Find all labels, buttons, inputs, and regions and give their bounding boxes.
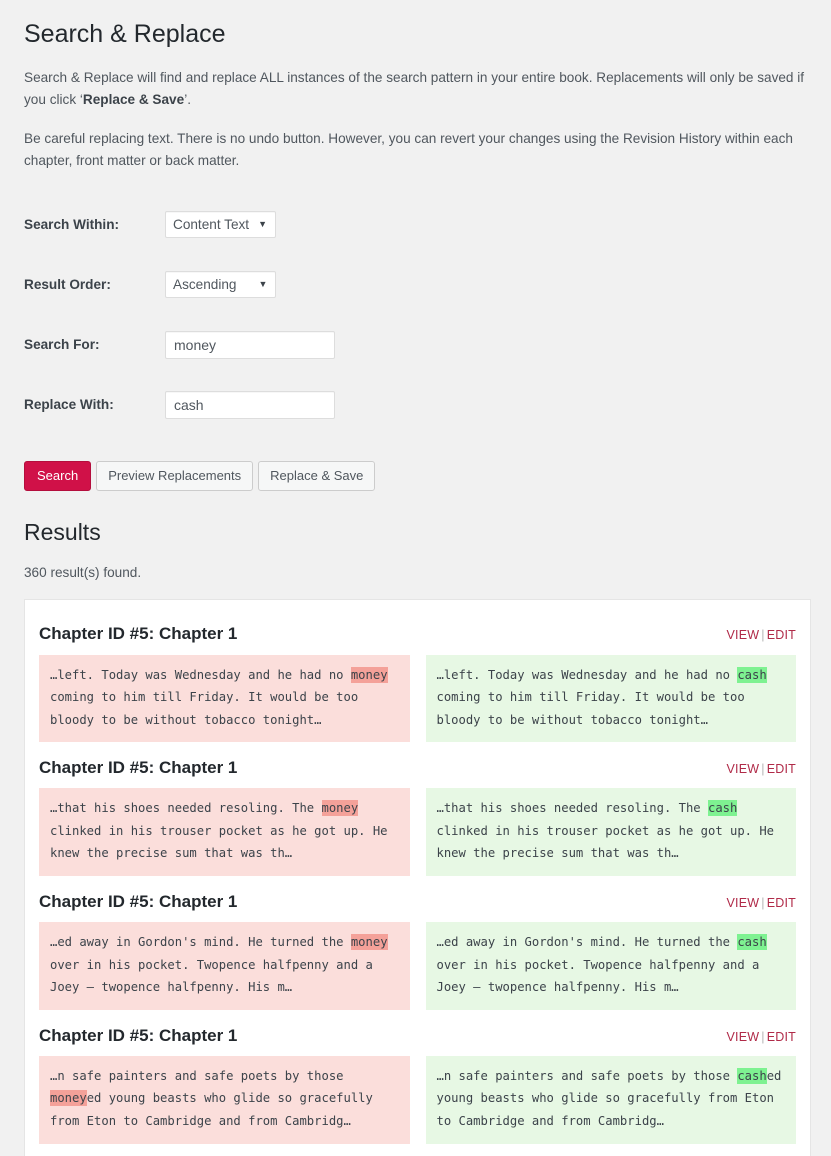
result-order-value: Ascending [173,277,237,293]
intro-paragraph-1: Search & Replace will find and replace A… [24,67,810,111]
chevron-down-icon: ▼ [258,279,268,290]
replace-and-save-button[interactable]: Replace & Save [258,460,376,491]
result-header: Chapter ID #5: Chapter 1 VIEW | EDIT [39,750,796,788]
snippet-after-highlight: cash [737,1067,767,1084]
result-order-select[interactable]: Ascending ▼ [165,271,277,299]
snippet-after-highlight: cash [737,934,767,951]
result-item: Chapter ID #5: Chapter 1 VIEW | EDIT …that… [39,742,796,877]
result-actions: VIEW | EDIT [727,762,796,776]
snippet-after: …left. Today was Wednesday and he had no… [425,654,796,743]
snippet-before-post: ed young beasts who glide so gracefully … [50,1091,373,1129]
snippet-after-pre: …n safe painters and safe poets by those [436,1068,738,1083]
snippet-after: …n safe painters and safe poets by those… [425,1055,796,1144]
snippet-before-post: clinked in his trouser pocket as he got … [50,823,388,861]
snippet-before-post: coming to him till Friday. It would be t… [50,690,359,727]
edit-link[interactable]: EDIT [767,896,796,910]
intro-paragraph-2: Be careful replacing text. There is no u… [24,130,793,168]
snippet-after-highlight: cash [708,800,738,817]
result-header: Chapter ID #5: Chapter 1 VIEW | EDIT [39,1018,796,1056]
snippet-after-post: coming to him till Friday. It would be t… [436,690,745,727]
result-actions: VIEW | EDIT [727,896,796,910]
view-link[interactable]: VIEW [727,1030,760,1044]
snippet-after: …that his shoes needed resoling. The cas… [425,788,796,877]
form-row-search-for: Search For: [24,315,811,375]
snippet-before-pre: …n safe painters and safe poets by those [50,1068,344,1083]
result-header: Chapter ID #5: Chapter 1 VIEW | EDIT [39,616,796,654]
snippet-after-pre: …ed away in Gordon's mind. He turned the [436,935,738,950]
view-link[interactable]: VIEW [727,762,760,776]
result-chapter-title: Chapter ID #5: Chapter 1 [39,624,238,644]
replace-with-input[interactable] [165,390,335,419]
search-replace-page: Search & Replace Search & Replace will f… [0,0,831,1156]
snippet-before-pre: …that his shoes needed resoling. The [50,801,322,816]
edit-link[interactable]: EDIT [767,762,796,776]
snippet-before-highlight: money [50,1090,87,1107]
intro-1-post: ’. [184,91,191,107]
form-row-result-order: Result Order: Ascending ▼ [24,255,811,315]
search-for-input[interactable] [165,330,335,359]
result-columns: …n safe painters and safe poets by those… [39,1055,796,1144]
snippet-before-highlight: money [350,666,388,683]
result-item: Chapter ID #5: Chapter 1 VIEW | EDIT …ed a… [39,876,796,1010]
action-separator: | [761,628,765,643]
snippet-before-pre: …left. Today was Wednesday and he had no [50,667,351,682]
result-columns: …that his shoes needed resoling. The mon… [39,788,796,877]
results-card: Chapter ID #5: Chapter 1 VIEW | EDIT …left… [24,599,811,1156]
snippet-before-highlight: money [321,800,359,817]
search-button[interactable]: Search [24,460,92,491]
result-actions: VIEW | EDIT [727,1030,796,1044]
result-header: Chapter ID #5: Chapter 1 VIEW | EDIT [39,884,796,922]
edit-link[interactable]: EDIT [767,1030,796,1044]
snippet-after-pre: …that his shoes needed resoling. The [436,801,708,816]
result-actions: VIEW | EDIT [727,628,796,642]
form-row-search-within: Search Within: Content Text ▼ [24,195,811,255]
view-link[interactable]: VIEW [727,896,760,910]
search-for-label: Search For: [24,337,100,353]
intro-1-emphasis: Replace & Save [82,91,185,107]
action-separator: | [761,1029,765,1044]
result-item: Chapter ID #5: Chapter 1 VIEW | EDIT …n sa… [39,1010,796,1144]
snippet-before: …ed away in Gordon's mind. He turned the… [39,922,410,1010]
action-separator: | [761,896,765,911]
snippet-after-pre: …left. Today was Wednesday and he had no [436,667,738,682]
search-within-label: Search Within: [24,217,120,233]
snippet-after-post: over in his pocket. Twopence halfpenny a… [436,957,760,995]
chevron-down-icon: ▼ [258,219,267,230]
search-within-select[interactable]: Content Text ▼ [165,211,276,239]
snippet-before-pre: …ed away in Gordon's mind. He turned the [50,935,351,950]
action-separator: | [761,762,765,777]
snippet-after: …ed away in Gordon's mind. He turned the… [425,922,796,1010]
result-columns: …left. Today was Wednesday and he had no… [39,654,796,743]
result-order-label: Result Order: [24,277,111,293]
results-title: Results [24,518,101,545]
result-chapter-title: Chapter ID #5: Chapter 1 [39,1025,238,1045]
form-button-row: Search Preview Replacements Replace & Sa… [24,460,811,491]
form-row-replace-with: Replace With: [24,375,811,435]
search-replace-form: Search Within: Content Text ▼ Result Ord… [24,195,811,491]
search-within-value: Content Text [173,217,250,233]
page-title: Search & Replace [24,20,226,48]
snippet-before-post: over in his pocket. Twopence halfpenny a… [50,957,373,995]
result-item: Chapter ID #5: Chapter 1 VIEW | EDIT …left… [39,608,796,743]
preview-replacements-button[interactable]: Preview Replacements [96,460,254,491]
replace-with-label: Replace With: [24,397,114,413]
snippet-before: …left. Today was Wednesday and he had no… [39,654,410,743]
result-columns: …ed away in Gordon's mind. He turned the… [39,922,796,1010]
view-link[interactable]: VIEW [727,628,760,642]
snippet-before-highlight: money [350,934,388,951]
results-count: 360 result(s) found. [24,565,142,581]
snippet-before: …n safe painters and safe poets by those… [39,1055,410,1144]
snippet-after-highlight: cash [737,666,767,683]
result-chapter-title: Chapter ID #5: Chapter 1 [39,758,238,778]
result-chapter-title: Chapter ID #5: Chapter 1 [39,892,238,912]
edit-link[interactable]: EDIT [767,628,796,642]
snippet-before: …that his shoes needed resoling. The mon… [39,788,410,877]
snippet-after-post: clinked in his trouser pocket as he got … [436,823,775,861]
